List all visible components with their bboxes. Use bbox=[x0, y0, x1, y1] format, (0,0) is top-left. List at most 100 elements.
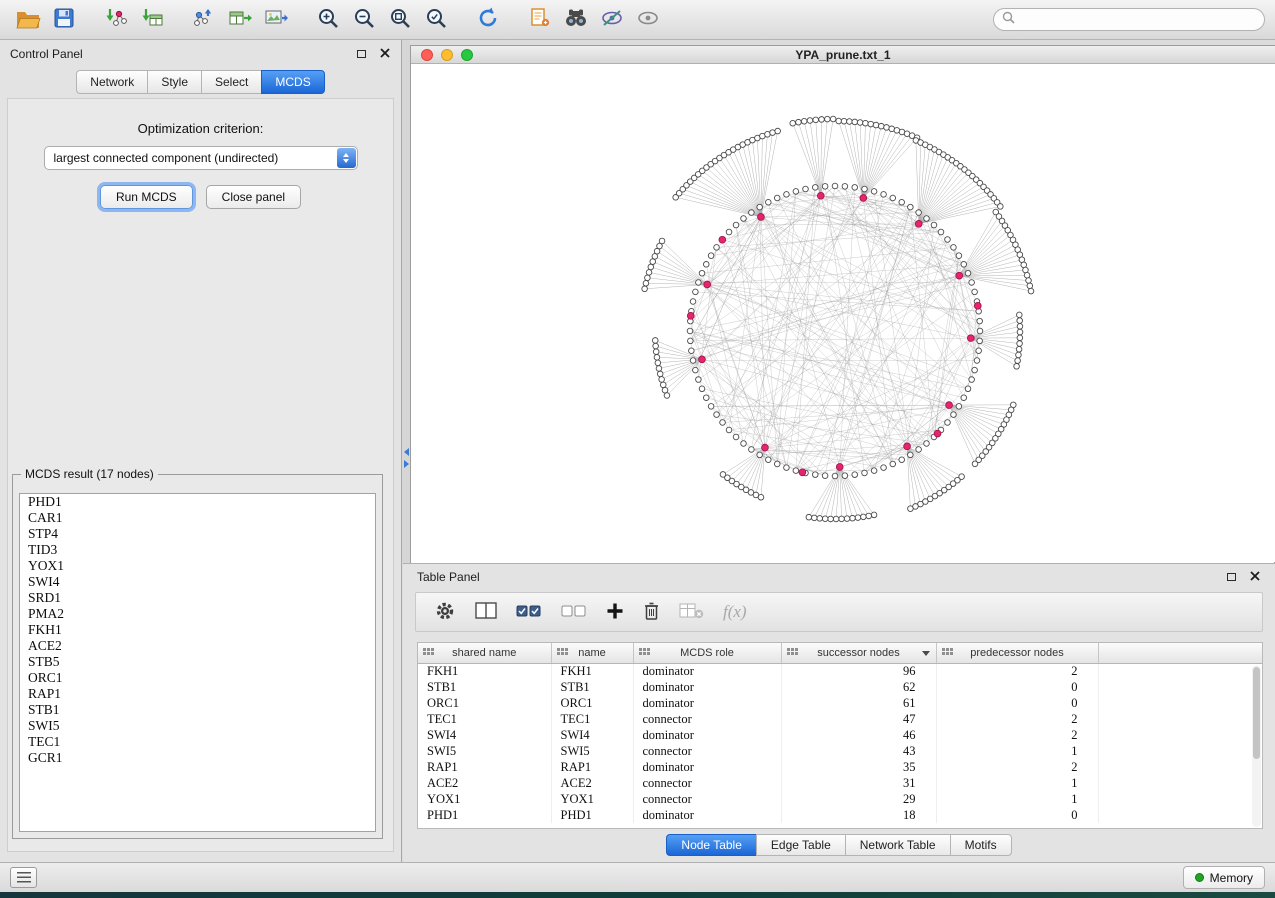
cell-shared-name[interactable]: STB1 bbox=[418, 679, 551, 695]
control-tab-select[interactable]: Select bbox=[201, 70, 261, 94]
mcds-result-item[interactable]: TID3 bbox=[20, 542, 375, 558]
cell-predecessor-nodes[interactable]: 2 bbox=[936, 663, 1098, 679]
cell-MCDS-role[interactable]: connector bbox=[633, 711, 781, 727]
network-window-titlebar[interactable]: YPA_prune.txt_1 bbox=[411, 46, 1275, 64]
refresh-view-button[interactable] bbox=[470, 4, 506, 36]
column-header-MCDS-role[interactable]: MCDS role bbox=[633, 643, 781, 663]
mcds-result-item[interactable]: STP4 bbox=[20, 526, 375, 542]
cell-name[interactable]: RAP1 bbox=[551, 759, 633, 775]
cell-name[interactable]: YOX1 bbox=[551, 791, 633, 807]
cell-name[interactable]: TEC1 bbox=[551, 711, 633, 727]
cell-successor-nodes[interactable]: 29 bbox=[781, 791, 936, 807]
cell-MCDS-role[interactable]: connector bbox=[633, 775, 781, 791]
optimization-criterion-select[interactable]: largest connected component (undirected) bbox=[44, 146, 358, 170]
select-all-rows-button[interactable] bbox=[516, 603, 542, 621]
mcds-result-item[interactable]: SRD1 bbox=[20, 590, 375, 606]
column-header-predecessor-nodes[interactable]: predecessor nodes bbox=[936, 643, 1098, 663]
control-tab-network[interactable]: Network bbox=[76, 70, 147, 94]
cell-successor-nodes[interactable]: 62 bbox=[781, 679, 936, 695]
cell-MCDS-role[interactable]: connector bbox=[633, 791, 781, 807]
cell-name[interactable]: ACE2 bbox=[551, 775, 633, 791]
mcds-result-list[interactable]: PHD1CAR1STP4TID3YOX1SWI4SRD1PMA2FKH1ACE2… bbox=[19, 493, 376, 832]
control-tab-style[interactable]: Style bbox=[147, 70, 201, 94]
panel-splitter[interactable] bbox=[402, 40, 410, 563]
cell-predecessor-nodes[interactable]: 0 bbox=[936, 807, 1098, 823]
cell-name[interactable]: STB1 bbox=[551, 679, 633, 695]
table-tab-network-table[interactable]: Network Table bbox=[845, 834, 950, 856]
mcds-result-item[interactable]: SWI5 bbox=[20, 718, 375, 734]
splitter-collapse-handle[interactable] bbox=[402, 445, 410, 471]
mcds-result-item[interactable]: CAR1 bbox=[20, 510, 375, 526]
mcds-result-item[interactable]: PMA2 bbox=[20, 606, 375, 622]
export-table-button[interactable] bbox=[222, 4, 258, 36]
cell-predecessor-nodes[interactable]: 2 bbox=[936, 711, 1098, 727]
cell-shared-name[interactable]: SWI5 bbox=[418, 743, 551, 759]
table-tab-edge-table[interactable]: Edge Table bbox=[756, 834, 845, 856]
cell-name[interactable]: FKH1 bbox=[551, 663, 633, 679]
delete-column-button[interactable] bbox=[643, 601, 660, 624]
table-row[interactable]: SWI5SWI5connector431 bbox=[418, 743, 1262, 759]
scrollbar-thumb[interactable] bbox=[1253, 667, 1260, 759]
control-tab-mcds[interactable]: MCDS bbox=[261, 70, 324, 94]
cell-successor-nodes[interactable]: 46 bbox=[781, 727, 936, 743]
cell-successor-nodes[interactable]: 96 bbox=[781, 663, 936, 679]
export-network-button[interactable] bbox=[186, 4, 222, 36]
mcds-result-item[interactable]: ORC1 bbox=[20, 670, 375, 686]
cell-shared-name[interactable]: SWI4 bbox=[418, 727, 551, 743]
cell-shared-name[interactable]: RAP1 bbox=[418, 759, 551, 775]
cell-MCDS-role[interactable]: dominator bbox=[633, 679, 781, 695]
cell-predecessor-nodes[interactable]: 2 bbox=[936, 727, 1098, 743]
cell-successor-nodes[interactable]: 35 bbox=[781, 759, 936, 775]
cell-MCDS-role[interactable]: dominator bbox=[633, 807, 781, 823]
zoom-fit-button[interactable] bbox=[382, 4, 418, 36]
delete-table-button[interactable] bbox=[679, 602, 704, 622]
mcds-result-item[interactable]: GCR1 bbox=[20, 750, 375, 766]
table-row[interactable]: YOX1YOX1connector291 bbox=[418, 791, 1262, 807]
cell-name[interactable]: SWI4 bbox=[551, 727, 633, 743]
import-table-button[interactable] bbox=[134, 4, 170, 36]
mcds-result-item[interactable]: SWI4 bbox=[20, 574, 375, 590]
show-all-button[interactable] bbox=[630, 4, 666, 36]
cell-name[interactable]: PHD1 bbox=[551, 807, 633, 823]
table-row[interactable]: TEC1TEC1connector472 bbox=[418, 711, 1262, 727]
mcds-result-item[interactable]: RAP1 bbox=[20, 686, 375, 702]
cell-predecessor-nodes[interactable]: 0 bbox=[936, 679, 1098, 695]
table-row[interactable]: SWI4SWI4dominator462 bbox=[418, 727, 1262, 743]
open-session-button[interactable] bbox=[10, 4, 46, 36]
cell-shared-name[interactable]: ORC1 bbox=[418, 695, 551, 711]
search-input[interactable] bbox=[1020, 13, 1256, 27]
cell-predecessor-nodes[interactable]: 1 bbox=[936, 775, 1098, 791]
mcds-result-item[interactable]: STB1 bbox=[20, 702, 375, 718]
table-vertical-scrollbar[interactable] bbox=[1252, 665, 1261, 827]
cell-name[interactable]: SWI5 bbox=[551, 743, 633, 759]
hide-selected-button[interactable] bbox=[594, 4, 630, 36]
import-network-button[interactable] bbox=[98, 4, 134, 36]
table-settings-button[interactable] bbox=[434, 600, 456, 625]
cell-MCDS-role[interactable]: dominator bbox=[633, 727, 781, 743]
cell-shared-name[interactable]: YOX1 bbox=[418, 791, 551, 807]
mcds-result-item[interactable]: YOX1 bbox=[20, 558, 375, 574]
table-tab-node-table[interactable]: Node Table bbox=[666, 834, 756, 856]
cell-MCDS-role[interactable]: dominator bbox=[633, 759, 781, 775]
table-row[interactable]: RAP1RAP1dominator352 bbox=[418, 759, 1262, 775]
run-mcds-button[interactable]: Run MCDS bbox=[100, 185, 193, 209]
table-row[interactable]: PHD1PHD1dominator180 bbox=[418, 807, 1262, 823]
network-from-selection-button[interactable] bbox=[522, 4, 558, 36]
save-session-button[interactable] bbox=[46, 4, 82, 36]
cell-shared-name[interactable]: TEC1 bbox=[418, 711, 551, 727]
cell-predecessor-nodes[interactable]: 2 bbox=[936, 759, 1098, 775]
cell-name[interactable]: ORC1 bbox=[551, 695, 633, 711]
close-panel-button[interactable] bbox=[379, 48, 391, 60]
close-table-panel-button[interactable] bbox=[1249, 571, 1261, 583]
show-column-button[interactable] bbox=[475, 601, 497, 623]
cell-MCDS-role[interactable]: dominator bbox=[633, 663, 781, 679]
mcds-result-item[interactable]: TEC1 bbox=[20, 734, 375, 750]
create-column-button[interactable] bbox=[606, 602, 624, 623]
cell-MCDS-role[interactable]: connector bbox=[633, 743, 781, 759]
column-header-shared-name[interactable]: shared name bbox=[418, 643, 551, 663]
deselect-all-rows-button[interactable] bbox=[561, 603, 587, 621]
mcds-result-item[interactable]: ACE2 bbox=[20, 638, 375, 654]
cell-successor-nodes[interactable]: 43 bbox=[781, 743, 936, 759]
cell-shared-name[interactable]: FKH1 bbox=[418, 663, 551, 679]
close-mcds-panel-button[interactable]: Close panel bbox=[206, 185, 301, 209]
